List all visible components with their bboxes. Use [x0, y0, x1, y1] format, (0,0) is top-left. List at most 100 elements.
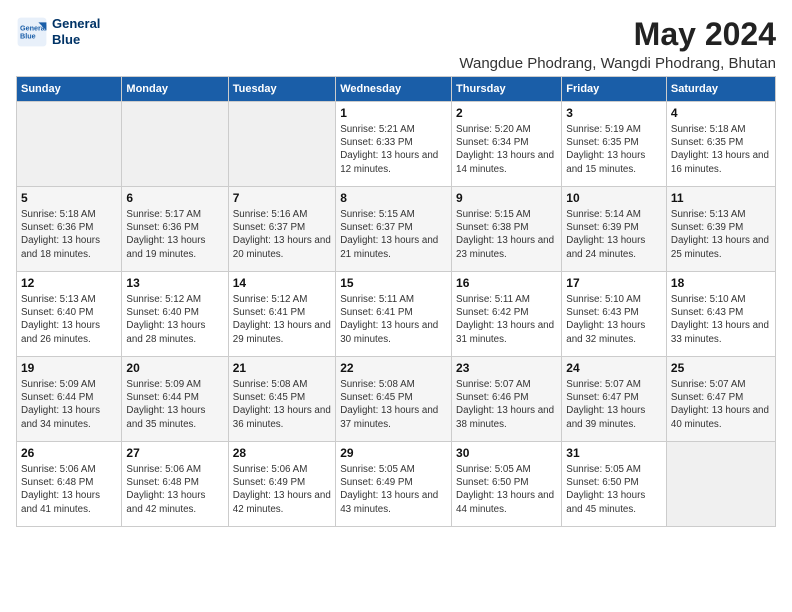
day-info: Sunrise: 5:07 AM Sunset: 6:47 PM Dayligh…: [566, 378, 662, 431]
calendar-cell: 8 Sunrise: 5:15 AM Sunset: 6:37 PM Daylig…: [336, 187, 452, 272]
day-number: 17: [566, 276, 662, 290]
day-number: 6: [126, 191, 223, 205]
main-title: May 2024: [459, 16, 776, 53]
calendar-cell: 27 Sunrise: 5:06 AM Sunset: 6:48 PM Dayli…: [122, 442, 228, 527]
day-number: 29: [340, 446, 447, 460]
day-number: 2: [456, 106, 557, 120]
calendar-cell: 4 Sunrise: 5:18 AM Sunset: 6:35 PM Daylig…: [666, 102, 775, 187]
day-number: 10: [566, 191, 662, 205]
calendar-cell: 13 Sunrise: 5:12 AM Sunset: 6:40 PM Dayli…: [122, 272, 228, 357]
calendar-cell: 9 Sunrise: 5:15 AM Sunset: 6:38 PM Daylig…: [452, 187, 562, 272]
header-cell-tuesday: Tuesday: [228, 77, 335, 102]
day-info: Sunrise: 5:06 AM Sunset: 6:49 PM Dayligh…: [233, 463, 331, 516]
day-number: 24: [566, 361, 662, 375]
calendar-cell: 14Sunrise: 5:12 AM Sunset: 6:41 PM Dayli…: [228, 272, 335, 357]
week-row-1: 5Sunrise: 5:18 AM Sunset: 6:36 PM Daylig…: [17, 187, 776, 272]
day-info: Sunrise: 5:10 AM Sunset: 6:43 PM Dayligh…: [566, 293, 662, 346]
day-number: 13: [126, 276, 223, 290]
subtitle: Wangdue Phodrang, Wangdi Phodrang, Bhuta…: [459, 55, 776, 72]
logo-icon: General Blue: [16, 16, 48, 48]
calendar-cell: 28 Sunrise: 5:06 AM Sunset: 6:49 PM Dayli…: [228, 442, 335, 527]
calendar-cell: 29 Sunrise: 5:05 AM Sunset: 6:49 PM Dayli…: [336, 442, 452, 527]
day-number: 5: [21, 191, 117, 205]
calendar-cell: 11 Sunrise: 5:13 AM Sunset: 6:39 PM Dayli…: [666, 187, 775, 272]
calendar-cell: 10Sunrise: 5:14 AM Sunset: 6:39 PM Dayli…: [562, 187, 667, 272]
week-row-0: 1 Sunrise: 5:21 AM Sunset: 6:33 PM Daylig…: [17, 102, 776, 187]
calendar-cell: 15Sunrise: 5:11 AM Sunset: 6:41 PM Dayli…: [336, 272, 452, 357]
header-cell-saturday: Saturday: [666, 77, 775, 102]
day-info: Sunrise: 5:19 AM Sunset: 6:35 PM Dayligh…: [566, 123, 662, 176]
day-info: Sunrise: 5:13 AM Sunset: 6:40 PM Dayligh…: [21, 293, 117, 346]
calendar-cell: 20Sunrise: 5:09 AM Sunset: 6:44 PM Dayli…: [122, 357, 228, 442]
calendar-table: SundayMondayTuesdayWednesdayThursdayFrid…: [16, 76, 776, 527]
day-number: 31: [566, 446, 662, 460]
calendar-cell: 2 Sunrise: 5:20 AM Sunset: 6:34 PM Daylig…: [452, 102, 562, 187]
calendar-cell: 25Sunrise: 5:07 AM Sunset: 6:47 PM Dayli…: [666, 357, 775, 442]
day-info: Sunrise: 5:10 AM Sunset: 6:43 PM Dayligh…: [671, 293, 771, 346]
calendar-cell: [228, 102, 335, 187]
calendar-cell: 31 Sunrise: 5:05 AM Sunset: 6:50 PM Dayli…: [562, 442, 667, 527]
logo-text-line2: Blue: [52, 32, 100, 48]
calendar-cell: 18 Sunrise: 5:10 AM Sunset: 6:43 PM Dayli…: [666, 272, 775, 357]
day-number: 3: [566, 106, 662, 120]
day-info: Sunrise: 5:05 AM Sunset: 6:50 PM Dayligh…: [566, 463, 662, 516]
calendar-body: 1 Sunrise: 5:21 AM Sunset: 6:33 PM Daylig…: [17, 102, 776, 527]
header-cell-sunday: Sunday: [17, 77, 122, 102]
day-number: 16: [456, 276, 557, 290]
day-info: Sunrise: 5:15 AM Sunset: 6:37 PM Dayligh…: [340, 208, 447, 261]
day-number: 23: [456, 361, 557, 375]
day-info: Sunrise: 5:06 AM Sunset: 6:48 PM Dayligh…: [126, 463, 223, 516]
day-info: Sunrise: 5:18 AM Sunset: 6:35 PM Dayligh…: [671, 123, 771, 176]
header-cell-monday: Monday: [122, 77, 228, 102]
day-info: Sunrise: 5:05 AM Sunset: 6:50 PM Dayligh…: [456, 463, 557, 516]
day-number: 8: [340, 191, 447, 205]
day-info: Sunrise: 5:13 AM Sunset: 6:39 PM Dayligh…: [671, 208, 771, 261]
calendar-cell: 21Sunrise: 5:08 AM Sunset: 6:45 PM Dayli…: [228, 357, 335, 442]
calendar-cell: 7Sunrise: 5:16 AM Sunset: 6:37 PM Daylig…: [228, 187, 335, 272]
day-info: Sunrise: 5:20 AM Sunset: 6:34 PM Dayligh…: [456, 123, 557, 176]
calendar-cell: 12 Sunrise: 5:13 AM Sunset: 6:40 PM Dayli…: [17, 272, 122, 357]
week-row-4: 26Sunrise: 5:06 AM Sunset: 6:48 PM Dayli…: [17, 442, 776, 527]
calendar-cell: [122, 102, 228, 187]
day-number: 14: [233, 276, 331, 290]
calendar-cell: 5Sunrise: 5:18 AM Sunset: 6:36 PM Daylig…: [17, 187, 122, 272]
calendar-cell: 17 Sunrise: 5:10 AM Sunset: 6:43 PM Dayli…: [562, 272, 667, 357]
header: General Blue General Blue May 2024 Wangd…: [16, 16, 776, 72]
day-number: 27: [126, 446, 223, 460]
svg-text:Blue: Blue: [20, 31, 36, 40]
week-row-2: 12 Sunrise: 5:13 AM Sunset: 6:40 PM Dayli…: [17, 272, 776, 357]
day-info: Sunrise: 5:05 AM Sunset: 6:49 PM Dayligh…: [340, 463, 447, 516]
day-info: Sunrise: 5:08 AM Sunset: 6:45 PM Dayligh…: [233, 378, 331, 431]
day-info: Sunrise: 5:08 AM Sunset: 6:45 PM Dayligh…: [340, 378, 447, 431]
day-number: 11: [671, 191, 771, 205]
day-number: 18: [671, 276, 771, 290]
day-number: 19: [21, 361, 117, 375]
day-info: Sunrise: 5:12 AM Sunset: 6:40 PM Dayligh…: [126, 293, 223, 346]
calendar-cell: 6 Sunrise: 5:17 AM Sunset: 6:36 PM Daylig…: [122, 187, 228, 272]
day-info: Sunrise: 5:09 AM Sunset: 6:44 PM Dayligh…: [126, 378, 223, 431]
day-info: Sunrise: 5:21 AM Sunset: 6:33 PM Dayligh…: [340, 123, 447, 176]
calendar-cell: 16 Sunrise: 5:11 AM Sunset: 6:42 PM Dayli…: [452, 272, 562, 357]
day-info: Sunrise: 5:11 AM Sunset: 6:42 PM Dayligh…: [456, 293, 557, 346]
day-number: 9: [456, 191, 557, 205]
header-row: SundayMondayTuesdayWednesdayThursdayFrid…: [17, 77, 776, 102]
calendar-cell: 19 Sunrise: 5:09 AM Sunset: 6:44 PM Dayli…: [17, 357, 122, 442]
calendar-cell: 22 Sunrise: 5:08 AM Sunset: 6:45 PM Dayli…: [336, 357, 452, 442]
day-number: 28: [233, 446, 331, 460]
calendar-cell: 23Sunrise: 5:07 AM Sunset: 6:46 PM Dayli…: [452, 357, 562, 442]
day-number: 12: [21, 276, 117, 290]
day-info: Sunrise: 5:15 AM Sunset: 6:38 PM Dayligh…: [456, 208, 557, 261]
calendar-cell: 24 Sunrise: 5:07 AM Sunset: 6:47 PM Dayli…: [562, 357, 667, 442]
calendar-cell: 26Sunrise: 5:06 AM Sunset: 6:48 PM Dayli…: [17, 442, 122, 527]
header-cell-thursday: Thursday: [452, 77, 562, 102]
day-number: 22: [340, 361, 447, 375]
day-number: 30: [456, 446, 557, 460]
day-number: 1: [340, 106, 447, 120]
logo: General Blue General Blue: [16, 16, 100, 48]
calendar-cell: 1 Sunrise: 5:21 AM Sunset: 6:33 PM Daylig…: [336, 102, 452, 187]
day-number: 4: [671, 106, 771, 120]
day-number: 25: [671, 361, 771, 375]
day-info: Sunrise: 5:09 AM Sunset: 6:44 PM Dayligh…: [21, 378, 117, 431]
day-info: Sunrise: 5:17 AM Sunset: 6:36 PM Dayligh…: [126, 208, 223, 261]
day-number: 15: [340, 276, 447, 290]
